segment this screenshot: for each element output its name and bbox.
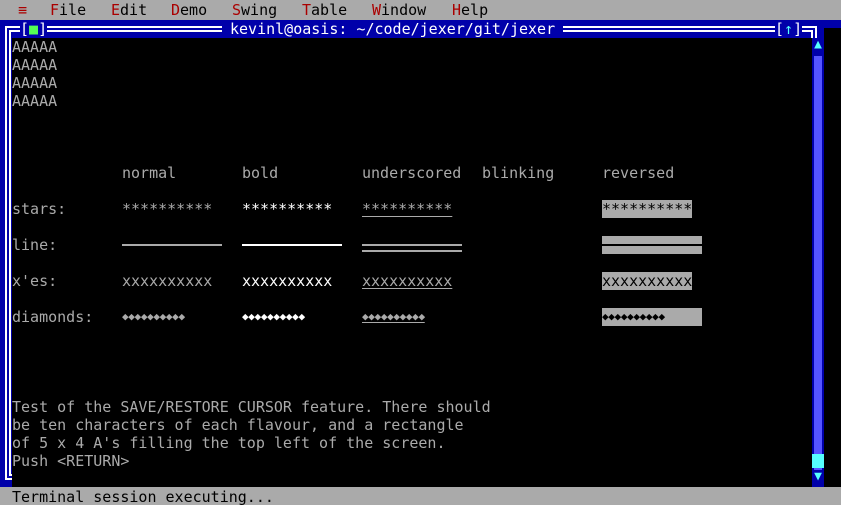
scrollbar-thumb[interactable] xyxy=(812,454,824,468)
rect-line: AAAAA xyxy=(12,38,58,56)
stars-underscored: ********** xyxy=(362,200,453,218)
xes-underscored: xxxxxxxxxx xyxy=(362,272,453,290)
line-underscored xyxy=(362,244,462,246)
system-menu-icon[interactable]: ≡ xyxy=(18,1,27,19)
menu-help-label: elp xyxy=(461,1,489,19)
menu-table[interactable]: Table xyxy=(302,1,347,19)
message-line: Push <RETURN> xyxy=(12,452,130,470)
menu-demo-label: emo xyxy=(180,1,208,19)
stars-normal: ********** xyxy=(122,200,213,218)
window-shadow xyxy=(824,28,841,495)
menu-file[interactable]: File xyxy=(50,1,86,19)
rect-line: AAAAA xyxy=(12,74,58,92)
line-bold xyxy=(242,244,342,246)
menu-help-accel: H xyxy=(452,1,462,19)
xes-bold: xxxxxxxxxx xyxy=(242,272,333,290)
close-icon: ■ xyxy=(29,20,39,38)
menu-table-accel: T xyxy=(302,1,312,19)
menu-demo-accel: D xyxy=(171,1,181,19)
status-bar: Terminal session executing... xyxy=(0,487,841,505)
row-label-xes: x'es: xyxy=(12,272,58,290)
message-line: be ten characters of each flavour, and a… xyxy=(12,416,464,434)
row-label-stars: stars: xyxy=(12,200,67,218)
menu-window[interactable]: Window xyxy=(372,1,426,19)
header-bold: bold xyxy=(242,164,279,182)
window-maximize-button[interactable]: [↑] xyxy=(775,20,803,38)
terminal-window[interactable]: [■] kevinl@oasis: ~/code/jexer/git/jexer… xyxy=(0,20,841,495)
diamonds-underscored: ◆◆◆◆◆◆◆◆◆◆ xyxy=(362,310,425,323)
row-label-line: line: xyxy=(12,236,58,254)
menu-swing[interactable]: Swing xyxy=(232,1,277,19)
menu-bar: ≡ File Edit Demo Swing Table Window Help xyxy=(0,0,841,20)
menu-edit-accel: E xyxy=(111,1,121,19)
vertical-scrollbar[interactable]: ▲ ▼ xyxy=(812,38,824,488)
header-reversed: reversed xyxy=(602,164,675,182)
xes-normal: xxxxxxxxxx xyxy=(122,272,213,290)
menu-window-label: indow xyxy=(381,1,427,19)
diamonds-normal: ◆◆◆◆◆◆◆◆◆◆ xyxy=(122,310,185,323)
menu-edit[interactable]: Edit xyxy=(111,1,147,19)
stars-bold: ********** xyxy=(242,200,333,218)
maximize-icon: ↑ xyxy=(784,20,794,38)
stars-reversed: ********** xyxy=(602,200,693,218)
row-label-diamonds: diamonds: xyxy=(12,308,94,326)
menu-file-accel: F xyxy=(50,1,60,19)
line-reversed-stroke xyxy=(602,244,702,246)
menu-file-label: ile xyxy=(59,1,87,19)
menu-demo[interactable]: Demo xyxy=(171,1,207,19)
menu-window-accel: W xyxy=(372,1,382,19)
rect-line: AAAAA xyxy=(12,92,58,110)
scrollbar-track[interactable] xyxy=(814,56,822,470)
message-line: Test of the SAVE/RESTORE CURSOR feature.… xyxy=(12,398,491,416)
scroll-down-icon[interactable]: ▼ xyxy=(812,470,824,484)
diamonds-bold: ◆◆◆◆◆◆◆◆◆◆ xyxy=(242,310,305,323)
header-normal: normal xyxy=(122,164,177,182)
line-normal xyxy=(122,244,222,246)
menu-edit-label: dit xyxy=(120,1,148,19)
menu-help[interactable]: Help xyxy=(452,1,488,19)
rect-line: AAAAA xyxy=(12,56,58,74)
window-close-button[interactable]: [■] xyxy=(20,20,48,38)
header-blinking: blinking xyxy=(482,164,555,182)
message-line: of 5 x 4 A's filling the top left of the… xyxy=(12,434,446,452)
menu-swing-label: wing xyxy=(241,1,278,19)
line-underscored-underline xyxy=(362,250,462,252)
scroll-up-icon[interactable]: ▲ xyxy=(812,38,824,52)
diamonds-reversed: ◆◆◆◆◆◆◆◆◆◆ xyxy=(602,308,702,326)
xes-reversed: xxxxxxxxxx xyxy=(602,272,693,290)
status-text: Terminal session executing... xyxy=(12,488,274,505)
menu-table-label: able xyxy=(311,1,348,19)
header-underscored: underscored xyxy=(362,164,462,182)
terminal-screen[interactable]: AAAAA AAAAA AAAAA AAAAA normal bold unde… xyxy=(12,38,812,488)
menu-swing-accel: S xyxy=(232,1,242,19)
window-title: kevinl@oasis: ~/code/jexer/git/jexer xyxy=(222,20,564,38)
